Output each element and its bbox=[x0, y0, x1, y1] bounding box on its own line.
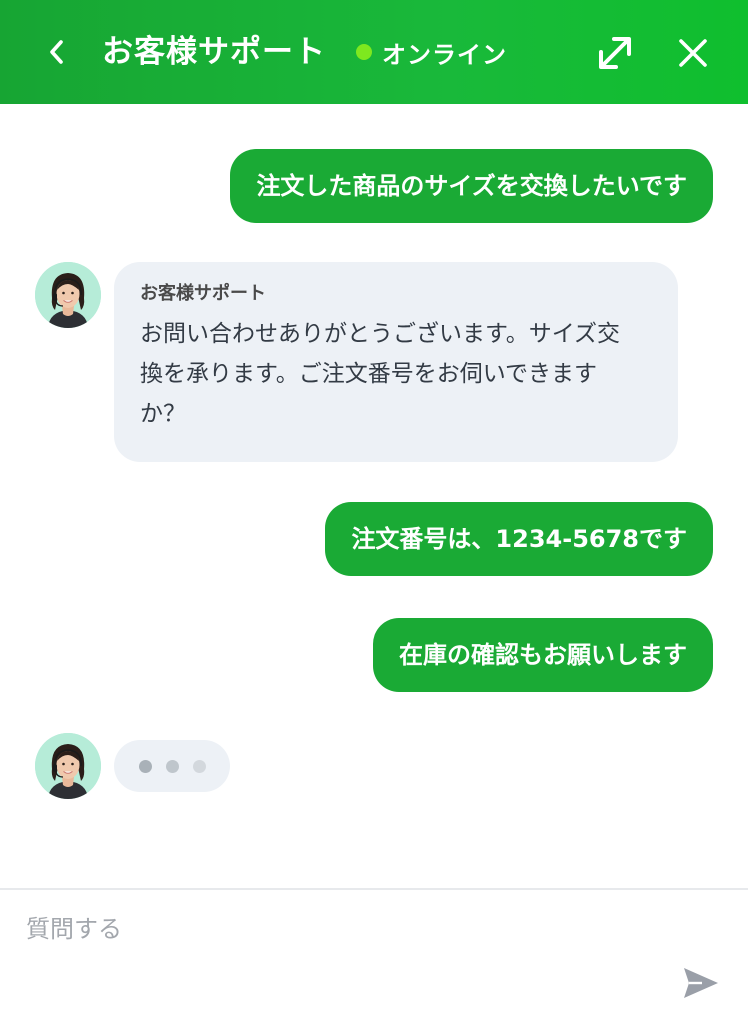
user-message: 在庫の確認もお願いします bbox=[373, 618, 713, 692]
chat-header: お客様サポート オンライン bbox=[0, 0, 748, 104]
chevron-left-icon bbox=[50, 40, 63, 64]
user-message: 注文番号は、1234-5678です bbox=[325, 502, 713, 576]
close-button[interactable] bbox=[670, 30, 716, 76]
expand-button[interactable] bbox=[592, 30, 638, 76]
agent-name: お客様サポート bbox=[140, 283, 266, 304]
support-agent-avatar-icon bbox=[35, 262, 101, 328]
support-agent-avatar-icon bbox=[35, 733, 101, 799]
agent-message: お客様サポート お問い合わせありがとうございます。サイズ交換を承ります。ご注文番… bbox=[114, 262, 678, 462]
status-label: オンライン bbox=[382, 40, 507, 69]
agent-avatar bbox=[35, 262, 101, 328]
user-message: 注文した商品のサイズを交換したいです bbox=[230, 149, 713, 223]
send-icon bbox=[684, 968, 718, 998]
typing-dot bbox=[138, 759, 152, 773]
send-button[interactable] bbox=[680, 962, 722, 1004]
chat-window: お客様サポート オンライン 注文した商品のサイズを交換したいです お客様サポート… bbox=[0, 0, 748, 1028]
page-title: お客様サポート bbox=[102, 34, 326, 70]
typing-dot bbox=[192, 759, 206, 773]
close-icon bbox=[679, 39, 707, 67]
online-dot-icon bbox=[356, 44, 372, 60]
question-input[interactable] bbox=[26, 906, 656, 952]
agent-message-text: お問い合わせありがとうございます。サイズ交換を承ります。ご注文番号をお伺いできま… bbox=[140, 321, 621, 427]
status-indicator: オンライン bbox=[356, 32, 507, 72]
expand-arrows-icon bbox=[599, 37, 631, 69]
composer-divider bbox=[0, 888, 748, 890]
agent-avatar bbox=[35, 733, 101, 799]
typing-dot bbox=[165, 759, 179, 773]
back-button[interactable] bbox=[38, 30, 76, 74]
typing-indicator bbox=[114, 740, 230, 792]
